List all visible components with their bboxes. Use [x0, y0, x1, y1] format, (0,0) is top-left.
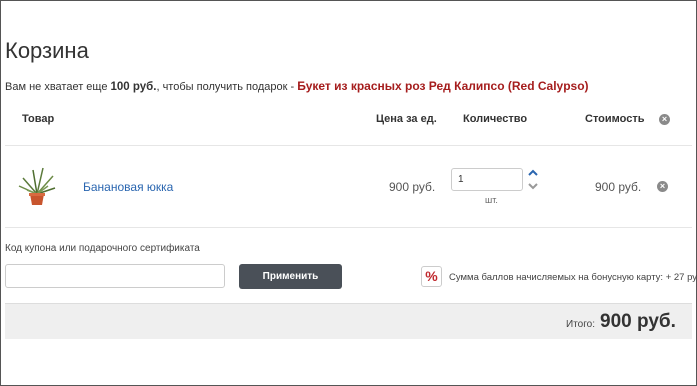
row-divider: [5, 227, 692, 228]
header-divider: [5, 145, 692, 146]
chevron-down-icon[interactable]: [527, 180, 539, 192]
product-unit-price: 900 руб.: [389, 180, 436, 194]
total-value: 900 руб.: [600, 311, 676, 332]
quantity-unit: шт.: [485, 195, 498, 205]
chevron-up-icon[interactable]: [527, 167, 539, 179]
gift-missing-amount: 100 руб.: [110, 81, 157, 93]
gift-name: Букет из красных роз Ред Калипсо (Red Ca…: [297, 79, 589, 93]
page-title: Корзина: [5, 38, 89, 63]
percent-icon: %: [421, 266, 442, 287]
clear-cart-icon[interactable]: ×: [659, 114, 670, 125]
header-total: Стоимость: [585, 113, 645, 125]
gift-middle: , чтобы получить подарок -: [156, 81, 298, 93]
product-name-link[interactable]: Банановая юкка: [83, 180, 173, 194]
quantity-input[interactable]: [451, 168, 523, 191]
gift-prefix: Вам не хватает еще: [5, 81, 111, 93]
header-price: Цена за ед.: [376, 113, 437, 125]
total-label: Итого:: [566, 319, 595, 330]
header-quantity: Количество: [463, 113, 528, 125]
product-image[interactable]: [15, 164, 59, 206]
bonus-points-text: Сумма баллов начисляемых на бонусную кар…: [449, 272, 697, 283]
product-total: 900 руб.: [595, 180, 642, 194]
remove-item-icon[interactable]: ×: [657, 181, 668, 192]
header-product: Товар: [22, 113, 55, 125]
gift-notice: Вам не хватает еще 100 руб., чтобы получ…: [5, 79, 589, 93]
coupon-label: Код купона или подарочного сертификата: [5, 243, 200, 254]
apply-coupon-button[interactable]: Применить: [239, 264, 342, 289]
coupon-input[interactable]: [5, 264, 225, 288]
